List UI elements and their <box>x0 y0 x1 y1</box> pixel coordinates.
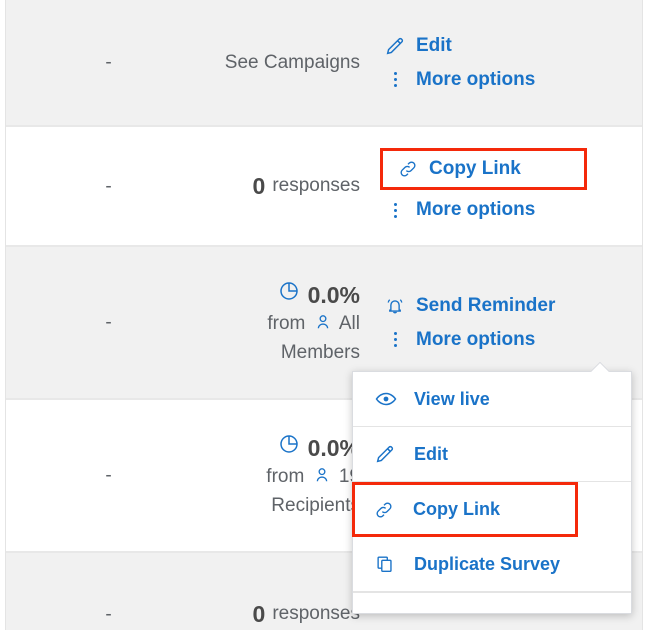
menu-item-label: View live <box>414 388 490 409</box>
link-icon <box>373 499 399 521</box>
row-metric-cell: See Campaigns <box>211 50 366 76</box>
row-actions-cell: Copy Link More options <box>366 148 642 224</box>
pencil-icon <box>384 35 406 57</box>
duplicate-icon <box>374 553 400 575</box>
response-unit: responses <box>272 603 360 624</box>
send-reminder-button[interactable]: Send Reminder <box>384 292 642 320</box>
table-row: - See Campaigns Edit More options <box>6 0 642 127</box>
menu-item-duplicate-survey[interactable]: Duplicate Survey <box>353 537 631 592</box>
pencil-icon <box>374 443 400 465</box>
row-actions-cell: Edit More options <box>366 32 642 94</box>
vertical-dots-icon <box>384 332 406 347</box>
response-unit: responses <box>272 175 360 196</box>
link-icon <box>397 158 419 180</box>
row-metric-cell: 0.0% from All Members <box>211 279 366 366</box>
from-prefix: from <box>266 466 305 487</box>
more-options-label: More options <box>416 68 536 90</box>
metric-source: from All Members <box>211 311 360 366</box>
menu-item-label: Copy Link <box>413 499 501 519</box>
more-options-label: More options <box>416 199 536 220</box>
row-dash-cell: - <box>105 603 112 625</box>
row-dash-cell: - <box>105 175 112 197</box>
row-actions-cell: Send Reminder More options <box>366 292 642 354</box>
completion-percent: 0.0% <box>307 282 360 308</box>
menu-item-copy-link[interactable]: Copy Link <box>352 482 578 537</box>
row-dash-cell: - <box>105 465 112 486</box>
more-options-menu: View live Edit Copy Link Duplicate Surve… <box>352 371 632 614</box>
vertical-dots-icon <box>384 72 406 87</box>
table-row: - 0 responses Copy Link More options <box>6 127 642 247</box>
from-prefix: from <box>267 313 306 334</box>
edit-button[interactable]: Edit <box>384 32 642 60</box>
menu-item-edit[interactable]: Edit <box>353 427 631 482</box>
row-dash-cell: - <box>105 312 112 333</box>
row-metric-cell: 0 responses <box>211 557 366 627</box>
menu-pointer-arrow <box>590 362 610 372</box>
bell-icon <box>384 295 406 317</box>
response-count: 0 <box>252 173 266 199</box>
row-dash-cell: - <box>105 52 112 73</box>
screenshot-root: - See Campaigns Edit More options - 0 re… <box>0 0 653 630</box>
person-icon <box>312 465 332 493</box>
vertical-dots-icon <box>384 202 406 218</box>
send-reminder-label: Send Reminder <box>416 294 556 316</box>
menu-item-label: Duplicate Survey <box>414 553 561 574</box>
more-options-label: More options <box>416 328 536 350</box>
metric-label: See Campaigns <box>224 51 360 73</box>
row-metric-cell: 0.0% from 19 Recipients <box>211 432 366 519</box>
eye-icon <box>374 387 400 411</box>
pie-chart-icon <box>277 279 301 311</box>
copy-link-button[interactable]: Copy Link <box>380 148 587 190</box>
pie-chart-icon <box>277 432 301 464</box>
more-options-button-active[interactable]: More options <box>384 326 642 354</box>
more-options-button[interactable]: More options <box>384 66 642 94</box>
menu-item-label: Edit <box>414 443 448 464</box>
copy-link-label: Copy Link <box>429 158 521 179</box>
more-options-button[interactable]: More options <box>384 196 642 224</box>
response-count: 0 <box>252 601 266 627</box>
row-metric-cell: 0 responses <box>211 173 366 199</box>
person-icon <box>313 312 333 340</box>
metric-source: from 19 Recipients <box>211 464 360 519</box>
menu-item-view-live[interactable]: View live <box>353 372 631 427</box>
menu-bottom-overflow <box>353 592 631 613</box>
edit-label: Edit <box>416 34 452 56</box>
